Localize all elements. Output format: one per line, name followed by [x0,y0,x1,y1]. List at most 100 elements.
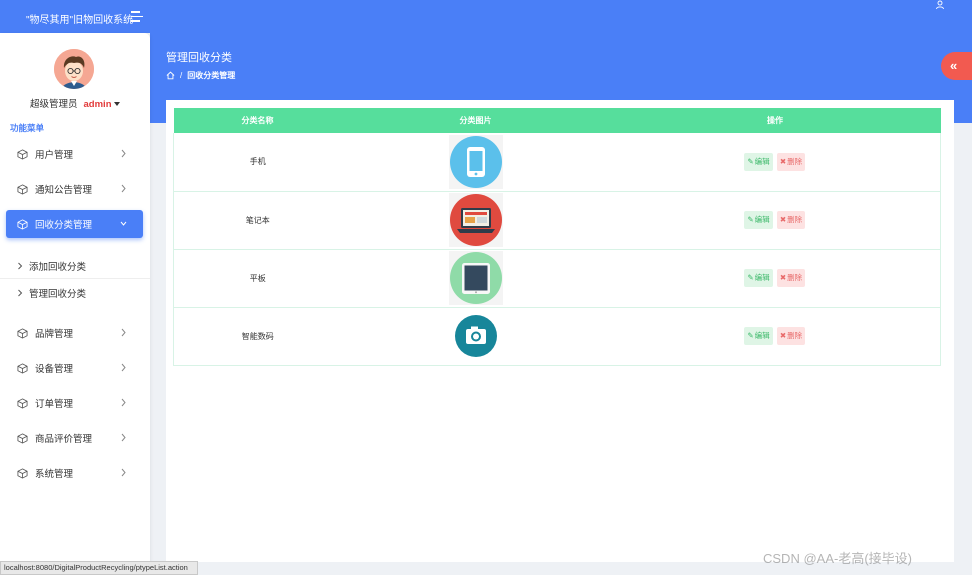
cube-icon [17,397,28,409]
actions-cell: ✎编辑 ✖删除 [609,133,941,192]
menu-toggle-icon[interactable] [131,11,143,22]
sidebar-subitem-add-category[interactable]: 添加回收分类 [17,259,86,273]
column-header: 操作 [609,108,941,133]
delete-button[interactable]: ✖删除 [776,211,806,229]
cube-icon [17,432,28,444]
tablet-icon [448,251,503,305]
close-icon: ✖ [779,273,787,282]
divider [0,278,150,279]
column-header: 分类名称 [173,108,342,133]
column-header: 分类图片 [341,108,610,133]
admin-info[interactable]: 超级管理员 admin [30,96,120,110]
close-icon: ✖ [779,156,787,166]
actions-cell: ✎编辑 ✖删除 [609,249,941,308]
actions-cell: ✎编辑 ✖删除 [609,307,941,366]
cube-icon [17,362,28,374]
table-row: 笔记本 ✎编辑 ✖删除 [173,191,941,250]
edit-button[interactable]: ✎编辑 [744,327,773,345]
edit-label: 编辑 [754,331,770,340]
cube-icon [17,148,28,160]
chevron-right-icon [18,262,23,270]
category-image-cell [341,191,610,250]
camera-icon [448,309,503,363]
chevron-right-icon [18,289,23,297]
sidebar-item-label: 通知公告管理 [35,185,93,196]
pencil-icon: ✎ [747,215,754,224]
delete-button[interactable]: ✖删除 [776,152,806,171]
edit-button[interactable]: ✎编辑 [744,152,773,171]
admin-role: 超级管理员 [30,99,78,110]
sidebar-item-users[interactable]: 用户管理 [6,140,143,168]
category-name: 手机 [173,133,342,192]
watermark: CSDN @AA-老高(接毕设) [763,551,912,566]
category-image-cell [341,249,610,308]
sidebar-item-reviews[interactable]: 商品评价管理 [6,424,143,452]
sidebar-item-label: 回收分类管理 [35,220,93,231]
status-bar-url: localhost:8080/DigitalProductRecycling/p… [0,561,198,575]
table-header-row: 分类名称 分类图片 操作 [173,108,941,133]
category-image-cell [341,307,610,366]
edit-button[interactable]: ✎编辑 [744,269,773,287]
delete-label: 删除 [787,331,803,340]
category-image-cell [341,133,610,192]
sidebar-item-orders[interactable]: 订单管理 [6,389,143,417]
edit-label: 编辑 [754,215,770,224]
sidebar-item-devices[interactable]: 设备管理 [6,354,143,382]
table-row: 手机 ✎编辑 ✖删除 [173,133,941,192]
chevron-right-icon [121,328,126,337]
pencil-icon: ✎ [747,156,754,166]
category-table: 分类名称 分类图片 操作 手机 ✎编辑 ✖删除 笔记本 ✎编辑 ✖删除 平板 ✎… [173,108,941,366]
app-title: "物尽其用"旧物回收系统 [26,15,134,26]
avatar[interactable] [54,49,94,89]
menu-section-title: 功能菜单 [10,123,45,133]
category-name: 智能数码 [173,307,342,366]
sidebar-item-label: 系统管理 [35,469,74,480]
breadcrumb-current: 回收分类管理 [187,71,236,80]
delete-button[interactable]: ✖删除 [776,327,806,345]
sidebar-item-brands[interactable]: 品牌管理 [6,319,143,347]
pencil-icon: ✎ [747,273,754,282]
content-panel: 分类名称 分类图片 操作 手机 ✎编辑 ✖删除 笔记本 ✎编辑 ✖删除 平板 ✎… [166,100,954,562]
top-bar [0,0,972,33]
cube-icon [17,467,28,479]
table-row: 智能数码 ✎编辑 ✖删除 [173,307,941,366]
delete-label: 删除 [787,156,803,166]
pencil-icon: ✎ [747,331,754,340]
cube-icon [17,218,28,230]
sidebar: 超级管理员 admin 功能菜单 [0,33,150,575]
sidebar-item-label: 品牌管理 [35,329,74,340]
delete-label: 删除 [787,215,803,224]
sidebar-item-label: 用户管理 [35,150,74,161]
edit-label: 编辑 [754,273,770,282]
phone-icon [448,134,503,189]
sidebar-subitem-label: 管理回收分类 [29,289,87,300]
admin-username: admin [83,99,112,110]
breadcrumb: / 回收分类管理 [166,70,235,81]
collapse-button[interactable]: « [941,52,972,80]
sidebar-item-notices[interactable]: 通知公告管理 [6,175,143,203]
caret-down-icon [113,102,120,107]
edit-button[interactable]: ✎编辑 [744,211,773,229]
close-icon: ✖ [779,215,787,224]
category-name: 平板 [173,249,342,308]
sidebar-item-recycle-category[interactable]: 回收分类管理 [6,210,143,238]
sidebar-item-label: 订单管理 [35,399,74,410]
chevron-down-icon [120,221,127,226]
sidebar-subitem-manage-category[interactable]: 管理回收分类 [17,286,86,300]
chevron-right-icon [121,433,126,442]
category-name: 笔记本 [173,191,342,250]
delete-button[interactable]: ✖删除 [776,269,806,287]
user-icon[interactable] [935,0,945,10]
breadcrumb-separator: / [180,71,183,80]
page-title: 管理回收分类 [166,52,232,64]
home-icon[interactable] [166,71,175,80]
chevron-right-icon [121,468,126,477]
sidebar-item-system[interactable]: 系统管理 [6,459,143,487]
actions-cell: ✎编辑 ✖删除 [609,191,941,250]
laptop-icon [448,193,503,247]
chevron-right-icon [121,184,126,193]
cube-icon [17,327,28,339]
sidebar-item-label: 设备管理 [35,364,74,375]
sidebar-item-label: 商品评价管理 [35,434,93,445]
table-row: 平板 ✎编辑 ✖删除 [173,249,941,308]
